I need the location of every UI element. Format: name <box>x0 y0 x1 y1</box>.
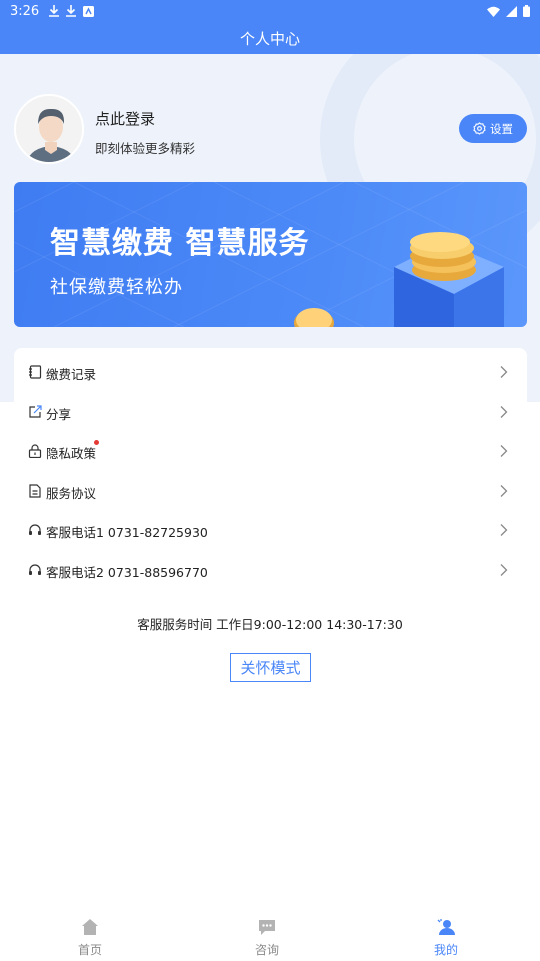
tab-consult[interactable]: 咨询 <box>177 906 357 961</box>
menu-item-label: 隐私政策 <box>46 446 97 461</box>
service-hours-text: 客服服务时间 工作日9:00-12:00 14:30-17:30 <box>137 617 403 632</box>
headset-icon <box>29 524 41 535</box>
chevron-right-icon <box>500 524 508 536</box>
banner-title: 智慧缴费 智慧服务 <box>50 226 310 261</box>
tab-label: 咨询 <box>254 943 279 957</box>
signal-icon <box>506 5 517 17</box>
battery-icon <box>523 5 530 17</box>
download-icon <box>49 5 60 17</box>
status-bar: 3:26 <box>0 0 540 22</box>
promo-banner[interactable]: 智慧缴费 智慧服务 社保缴费轻松办 <box>14 182 527 327</box>
wifi-icon <box>487 6 500 17</box>
status-time: 3:26 <box>10 3 40 19</box>
menu-item-label: 缴费记录 <box>46 367 97 382</box>
app-notification-icon <box>83 5 95 17</box>
user-icon <box>437 919 455 935</box>
chevron-right-icon <box>500 485 508 497</box>
settings-label: 设置 <box>490 121 513 136</box>
menu-item-privacy-policy[interactable]: 隐私政策 <box>14 431 527 471</box>
settings-button[interactable]: 设置 <box>459 114 527 143</box>
chevron-right-icon <box>500 564 508 576</box>
gear-icon <box>473 122 486 135</box>
tab-home[interactable]: 首页 <box>0 906 180 961</box>
page-title: 个人中心 <box>239 29 300 48</box>
menu-item-label: 客服电话2 0731-88596770 <box>46 565 208 580</box>
menu-item-service-agreement[interactable]: 服务协议 <box>14 471 527 511</box>
menu-item-hotline-2[interactable]: 客服电话2 0731-88596770 <box>14 550 527 590</box>
coin-cube-illustration <box>394 232 504 327</box>
menu-item-label: 客服电话1 0731-82725930 <box>46 525 208 540</box>
menu-item-hotline-1[interactable]: 客服电话1 0731-82725930 <box>14 510 527 550</box>
chevron-right-icon <box>500 366 508 378</box>
download-icon <box>66 5 77 17</box>
bottom-tab-bar: 首页 咨询 我的 <box>0 906 540 961</box>
tab-mine[interactable]: 我的 <box>356 906 536 961</box>
coin-decoration <box>294 308 334 327</box>
chevron-right-icon <box>500 445 508 457</box>
care-mode-button[interactable]: 关怀模式 <box>230 653 311 682</box>
home-icon <box>82 919 98 935</box>
chevron-right-icon <box>500 406 508 418</box>
tab-label: 首页 <box>77 943 102 957</box>
chat-icon <box>259 920 275 935</box>
share-icon <box>29 405 42 418</box>
login-subtitle: 即刻体验更多精彩 <box>95 141 196 156</box>
menu-item-label: 服务协议 <box>46 486 97 501</box>
document-icon <box>29 484 41 498</box>
avatar[interactable] <box>14 94 84 164</box>
menu-item-payment-records[interactable]: 缴费记录 <box>14 352 527 392</box>
tab-label: 我的 <box>433 943 458 957</box>
app-header: 个人中心 <box>0 22 540 54</box>
menu-item-share[interactable]: 分享 <box>14 392 527 432</box>
login-prompt[interactable]: 点此登录 <box>95 108 155 129</box>
notebook-icon <box>29 365 42 379</box>
menu-item-label: 分享 <box>46 407 72 422</box>
banner-subtitle: 社保缴费轻松办 <box>50 277 183 298</box>
menu-card: 缴费记录 分享 隐私政策 服务协议 客服电话1 0731-82725930 客服… <box>14 348 527 592</box>
notification-badge <box>94 440 99 445</box>
headset-icon <box>29 564 41 575</box>
lock-icon <box>28 444 42 458</box>
